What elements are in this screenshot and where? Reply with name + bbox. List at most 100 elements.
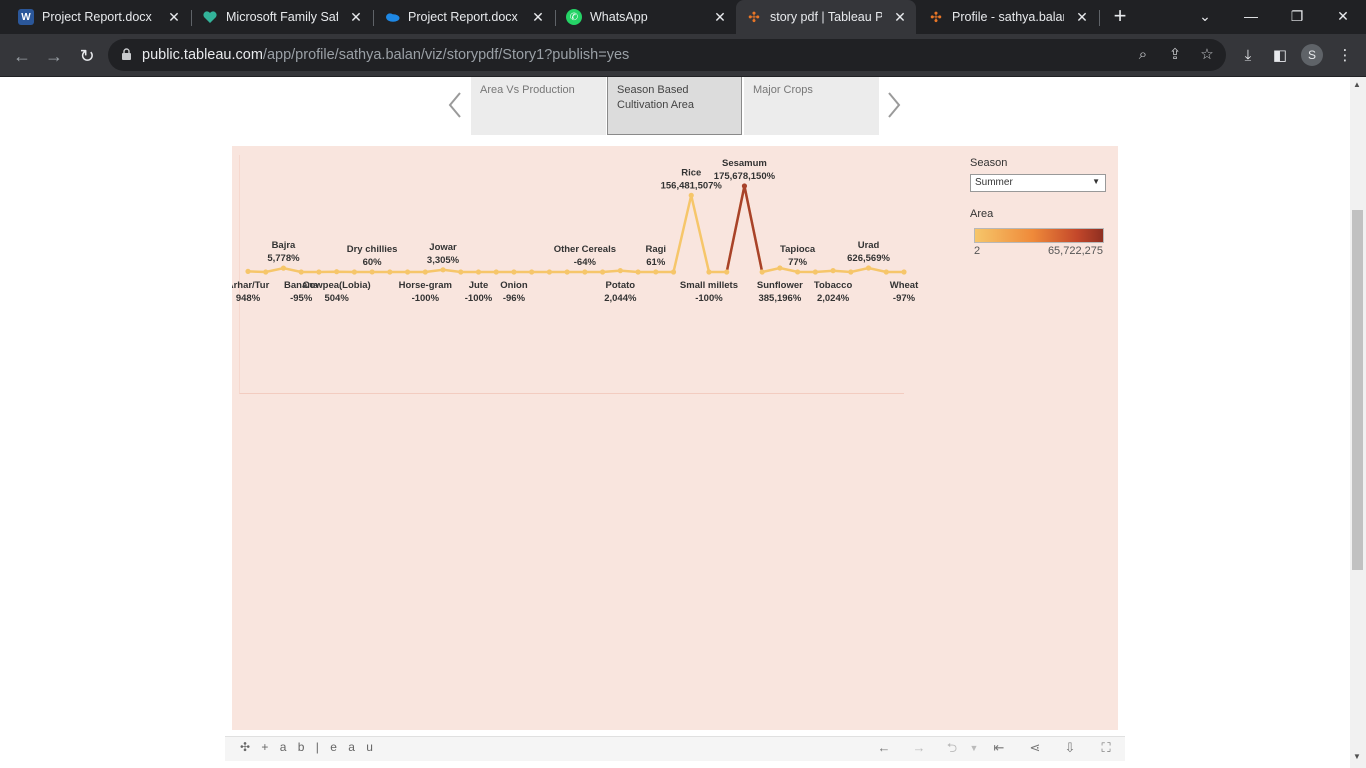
browser-tab[interactable]: Project Report.docx - ✕ <box>374 0 554 34</box>
story-point-season-based[interactable]: Season Based Cultivation Area <box>607 77 742 135</box>
data-point[interactable] <box>263 269 269 275</box>
data-point[interactable] <box>458 269 464 275</box>
data-point[interactable] <box>777 265 783 271</box>
fullscreen-icon[interactable]: ⛶ <box>1096 740 1116 756</box>
word-icon: W <box>18 9 34 25</box>
close-icon[interactable]: ✕ <box>712 9 728 25</box>
address-bar[interactable]: public.tableau.com/app/profile/sathya.ba… <box>108 39 1226 71</box>
minimize-icon[interactable]: — <box>1228 0 1274 32</box>
data-point[interactable] <box>422 269 428 275</box>
data-label-category: Urad <box>858 240 880 251</box>
browser-tab[interactable]: ✆ WhatsApp ✕ <box>556 0 736 34</box>
redo-arrow-icon[interactable]: → <box>909 740 929 756</box>
data-point[interactable] <box>724 269 730 275</box>
story-point-area-vs-production[interactable]: Area Vs Production <box>471 77 606 135</box>
browser-tab[interactable]: Microsoft Family Safe ✕ <box>192 0 372 34</box>
browser-tab[interactable]: W Project Report.docx - ✕ <box>8 0 190 34</box>
forward-arrow-icon[interactable]: → <box>40 42 68 70</box>
data-point[interactable] <box>688 192 694 198</box>
scroll-up-arrow-icon[interactable]: ▲ <box>1353 80 1361 89</box>
data-point[interactable] <box>759 269 765 275</box>
browser-tab[interactable]: ✣ Profile - sathya.balan ✕ <box>918 0 1098 34</box>
menu-kebab-icon[interactable]: ⋮ <box>1334 45 1356 67</box>
data-point[interactable] <box>529 269 535 275</box>
story-point-major-crops[interactable]: Major Crops <box>744 77 879 135</box>
data-point[interactable] <box>404 269 411 275</box>
data-point[interactable] <box>706 269 712 275</box>
data-point[interactable] <box>812 269 818 275</box>
data-point[interactable] <box>635 269 641 275</box>
download-tableau-icon[interactable]: ⇩ <box>1060 740 1080 756</box>
data-point[interactable] <box>741 183 748 189</box>
scrollbar-thumb[interactable] <box>1352 210 1363 570</box>
data-point[interactable] <box>653 269 659 275</box>
share-nodes-icon[interactable]: ⋖ <box>1025 740 1045 756</box>
share-icon[interactable]: ⇪ <box>1165 45 1185 65</box>
close-icon[interactable]: ✕ <box>530 9 546 25</box>
revert-icon[interactable]: ⮌ <box>942 740 962 756</box>
restore-icon[interactable]: ❐ <box>1274 0 1320 32</box>
data-point[interactable] <box>546 269 553 275</box>
data-point[interactable] <box>475 269 482 275</box>
profile-avatar[interactable]: S <box>1301 44 1323 66</box>
close-icon[interactable]: ✕ <box>1074 9 1090 25</box>
data-label-category: Jute <box>469 280 489 291</box>
data-label-value: -97% <box>893 293 916 304</box>
data-point[interactable] <box>865 265 872 271</box>
window-close-icon[interactable]: ✕ <box>1320 0 1366 32</box>
season-filter-dropdown[interactable]: Summer ▼ <box>970 174 1106 192</box>
reload-icon[interactable]: ↻ <box>73 42 101 70</box>
data-point[interactable] <box>351 269 357 275</box>
data-point[interactable] <box>387 269 393 275</box>
data-point[interactable] <box>830 268 836 274</box>
data-point[interactable] <box>280 265 287 271</box>
tab-separator <box>1099 10 1100 26</box>
undo-arrow-icon[interactable]: ← <box>874 740 894 756</box>
data-label-category: Tapioca <box>780 244 816 255</box>
scroll-down-arrow-icon[interactable]: ▼ <box>1353 752 1361 761</box>
data-point[interactable] <box>582 269 588 275</box>
data-point[interactable] <box>493 269 499 275</box>
data-point[interactable] <box>298 269 304 275</box>
data-point[interactable] <box>369 269 375 275</box>
peak-line-segment <box>725 185 764 273</box>
close-icon[interactable]: ✕ <box>348 9 364 25</box>
browser-tab-title: Profile - sathya.balan <box>952 10 1064 24</box>
data-label-value: 156,481,507% <box>661 180 723 191</box>
data-point[interactable] <box>883 269 889 275</box>
data-point[interactable] <box>564 269 570 275</box>
back-arrow-icon[interactable]: ← <box>8 42 36 70</box>
reset-to-start-icon[interactable]: ⇤ <box>989 740 1009 756</box>
data-label-value: 61% <box>646 257 666 268</box>
data-point[interactable] <box>795 269 801 275</box>
browser-tab-active[interactable]: ✣ story pdf | Tableau Pu ✕ <box>736 0 916 34</box>
data-point[interactable] <box>511 269 517 275</box>
data-point[interactable] <box>848 269 854 275</box>
data-point[interactable] <box>617 268 623 274</box>
data-point[interactable] <box>440 267 446 273</box>
data-label-category: Potato <box>606 280 636 291</box>
data-point[interactable] <box>670 269 677 275</box>
tableau-logo[interactable]: ✣ + a b | e a u <box>240 740 377 754</box>
story-previous-chevron-icon[interactable] <box>445 90 465 120</box>
data-label-value: 2,044% <box>604 293 637 304</box>
tab-search-chevron-icon[interactable]: ⌄ <box>1182 0 1228 32</box>
story-next-chevron-icon[interactable] <box>884 90 904 120</box>
revert-dropdown-icon[interactable]: ▼ <box>964 740 984 756</box>
data-point[interactable] <box>245 268 251 274</box>
zoom-magnifier-icon[interactable]: ⌕ <box>1133 45 1153 65</box>
legend-max-value: 65,722,275 <box>1047 245 1103 257</box>
bookmark-star-icon[interactable]: ☆ <box>1197 45 1217 65</box>
data-point[interactable] <box>901 269 907 275</box>
close-icon[interactable]: ✕ <box>892 9 908 25</box>
data-point[interactable] <box>334 269 340 275</box>
data-label-value: 504% <box>324 293 349 304</box>
download-icon[interactable]: ⤓ <box>1237 45 1259 67</box>
data-label-category: Onion <box>500 280 528 291</box>
side-panel-icon[interactable]: ◧ <box>1269 45 1291 67</box>
new-tab-plus-icon[interactable]: + <box>1108 5 1132 29</box>
data-point[interactable] <box>599 269 606 275</box>
data-point[interactable] <box>316 269 322 275</box>
close-icon[interactable]: ✕ <box>166 9 182 25</box>
data-label-category: Dry chillies <box>347 244 398 255</box>
